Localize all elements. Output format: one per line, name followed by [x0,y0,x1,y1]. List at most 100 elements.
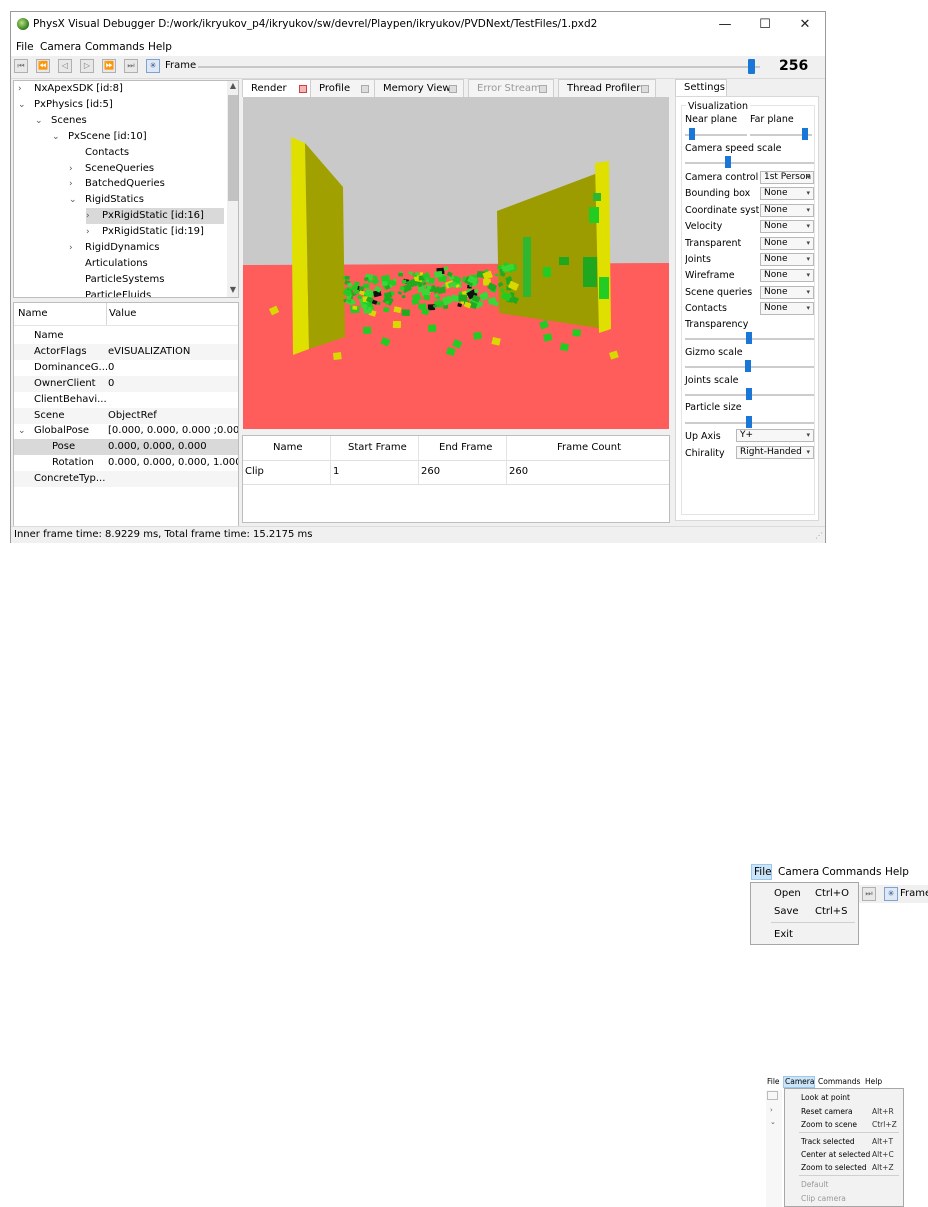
table-row[interactable]: Name [14,328,238,344]
record-icon[interactable]: ✳ [146,59,160,73]
close-tab-icon[interactable] [361,85,369,93]
record-icon[interactable]: ✳ [884,887,898,901]
table-row[interactable]: ClientBehavi... [14,392,238,408]
camera-menu-item[interactable]: Zoom to scene [801,1120,857,1129]
camera-menu-item[interactable]: Zoom to selected [801,1163,867,1172]
table-row[interactable]: Rotation 0.000, 0.000, 0.000, 1.000 [14,455,238,471]
go-to-end-icon[interactable]: ⏭ [862,887,876,901]
step-back-icon[interactable]: ⏪ [36,59,50,73]
tab-memory-view[interactable]: Memory View [374,79,464,97]
close-tab-icon[interactable] [641,85,649,93]
scroll-up-icon[interactable]: ▲ [227,81,238,93]
close-tab-icon[interactable] [539,85,547,93]
tree-item[interactable]: ⌄ Scenes [35,113,87,129]
step-forward-icon[interactable]: ⏩ [102,59,116,73]
menu-item-save[interactable]: Save [774,906,799,917]
chevron-down-icon[interactable]: ⌄ [52,129,62,145]
chirality-select[interactable]: Right-Handed [736,446,814,459]
scroll-down-icon[interactable]: ▼ [227,285,238,297]
go-to-start-icon[interactable] [767,1091,778,1100]
tree-item[interactable]: › RigidDynamics [69,240,160,256]
tab-error-stream[interactable]: Error Stream [468,79,554,97]
menu-help[interactable]: Help [885,866,909,878]
setting-select[interactable]: None [760,302,814,316]
table-row[interactable]: DominanceG... 0 [14,360,238,376]
setting-select[interactable]: None [760,269,814,283]
menu-commands[interactable]: Commands [818,1077,860,1086]
close-tab-icon[interactable] [299,85,307,93]
camera-menu-item[interactable]: Default [801,1180,828,1189]
chevron-down-icon[interactable]: ⌄ [69,192,79,208]
tree-scroll-thumb[interactable] [228,95,238,201]
tree-item[interactable]: › PxRigidStatic [id:19] [86,224,204,240]
play-icon[interactable]: ▷ [80,59,94,73]
chevron-down-icon[interactable]: ⌄ [35,113,45,129]
menu-file[interactable]: File [16,41,34,53]
menu-commands[interactable]: Commands [822,866,881,878]
menu-item-exit[interactable]: Exit [774,929,793,940]
chevron-right-icon[interactable]: › [69,176,79,192]
camera-speed-slider-handle[interactable] [725,156,731,168]
transparency-slider-handle[interactable] [746,332,752,344]
table-row[interactable]: Clip 1 260 260 [243,460,669,485]
minimize-button[interactable]: — [705,12,745,38]
tree-scrollbar[interactable]: ▲ ▼ [227,81,238,297]
table-row[interactable]: ActorFlags eVISUALIZATION [14,343,238,360]
setting-select[interactable]: None [760,203,814,217]
setting-select[interactable]: 1st Person [760,171,814,184]
menu-help[interactable]: Help [865,1077,882,1086]
menu-item-open[interactable]: Open [774,888,801,899]
camera-menu-item[interactable]: Clip camera [801,1194,846,1203]
menu-camera[interactable]: Camera [40,41,81,53]
table-row[interactable]: ConcreteTyp... [14,471,238,488]
frame-slider[interactable] [198,66,760,68]
far-plane-slider-handle[interactable] [802,128,808,140]
chevron-down-icon[interactable]: ⌄ [18,97,28,113]
chevron-right-icon[interactable]: › [18,81,28,97]
tree-item[interactable]: Contacts [69,145,129,161]
menu-camera[interactable]: Camera [785,1077,814,1086]
chevron-right-icon[interactable]: › [69,161,79,177]
camera-menu-item[interactable]: Center at selected [801,1150,870,1159]
table-row[interactable]: ⌄ GlobalPose [0.000, 0.000, 0.000 ;0.00... [14,423,238,439]
camera-menu-item[interactable]: Track selected [801,1137,855,1146]
tree-item[interactable]: ParticleFluids [69,288,151,297]
menu-file[interactable]: File [754,866,772,878]
menu-camera[interactable]: Camera [778,866,819,878]
tree-item[interactable]: ⌄ PxScene [id:10] [52,129,147,145]
chevron-right-icon[interactable]: › [770,1106,773,1114]
table-row[interactable]: Pose 0.000, 0.000, 0.000 [14,439,238,456]
particle-size-slider-handle[interactable] [746,416,752,428]
tab-render[interactable]: Render [242,79,314,97]
tree-item[interactable]: ⌄ RigidStatics [69,192,144,208]
setting-select[interactable]: None [760,253,814,266]
close-tab-icon[interactable] [449,85,457,93]
setting-select[interactable]: None [760,285,814,299]
tab-thread-profiler[interactable]: Thread Profiler [558,79,656,97]
frame-slider-handle[interactable] [747,59,755,74]
maximize-button[interactable]: ☐ [745,12,785,38]
near-plane-slider-handle[interactable] [689,128,695,140]
go-to-start-icon[interactable]: ⏮ [14,59,28,73]
up-axis-select[interactable]: Y+ [736,429,814,442]
camera-speed-slider[interactable] [685,162,814,164]
joints-scale-slider-handle[interactable] [746,388,752,400]
resize-grip-icon[interactable]: ⋰ [815,531,823,540]
setting-select[interactable]: None [760,236,814,250]
menu-commands[interactable]: Commands [85,41,144,53]
tree-item[interactable]: ⌄ PxPhysics [id:5] [18,97,113,113]
tab-settings[interactable]: Settings [675,79,727,96]
table-row[interactable]: OwnerClient 0 [14,375,238,392]
render-viewport[interactable] [243,97,669,429]
gizmo-scale-slider-handle[interactable] [745,360,751,372]
tree-item[interactable]: Articulations [69,256,148,272]
chevron-right-icon[interactable]: › [86,208,96,224]
play-backward-icon[interactable]: ◁ [58,59,72,73]
go-to-end-icon[interactable]: ⏭ [124,59,138,73]
setting-select[interactable]: None [760,187,814,201]
chevron-down-icon[interactable]: ⌄ [18,423,26,439]
close-button[interactable]: ✕ [785,12,825,38]
tree-item[interactable]: › PxRigidStatic [id:16] [86,208,224,225]
camera-menu-item[interactable]: Reset camera [801,1107,853,1116]
tree-item[interactable]: › BatchedQueries [69,176,165,192]
